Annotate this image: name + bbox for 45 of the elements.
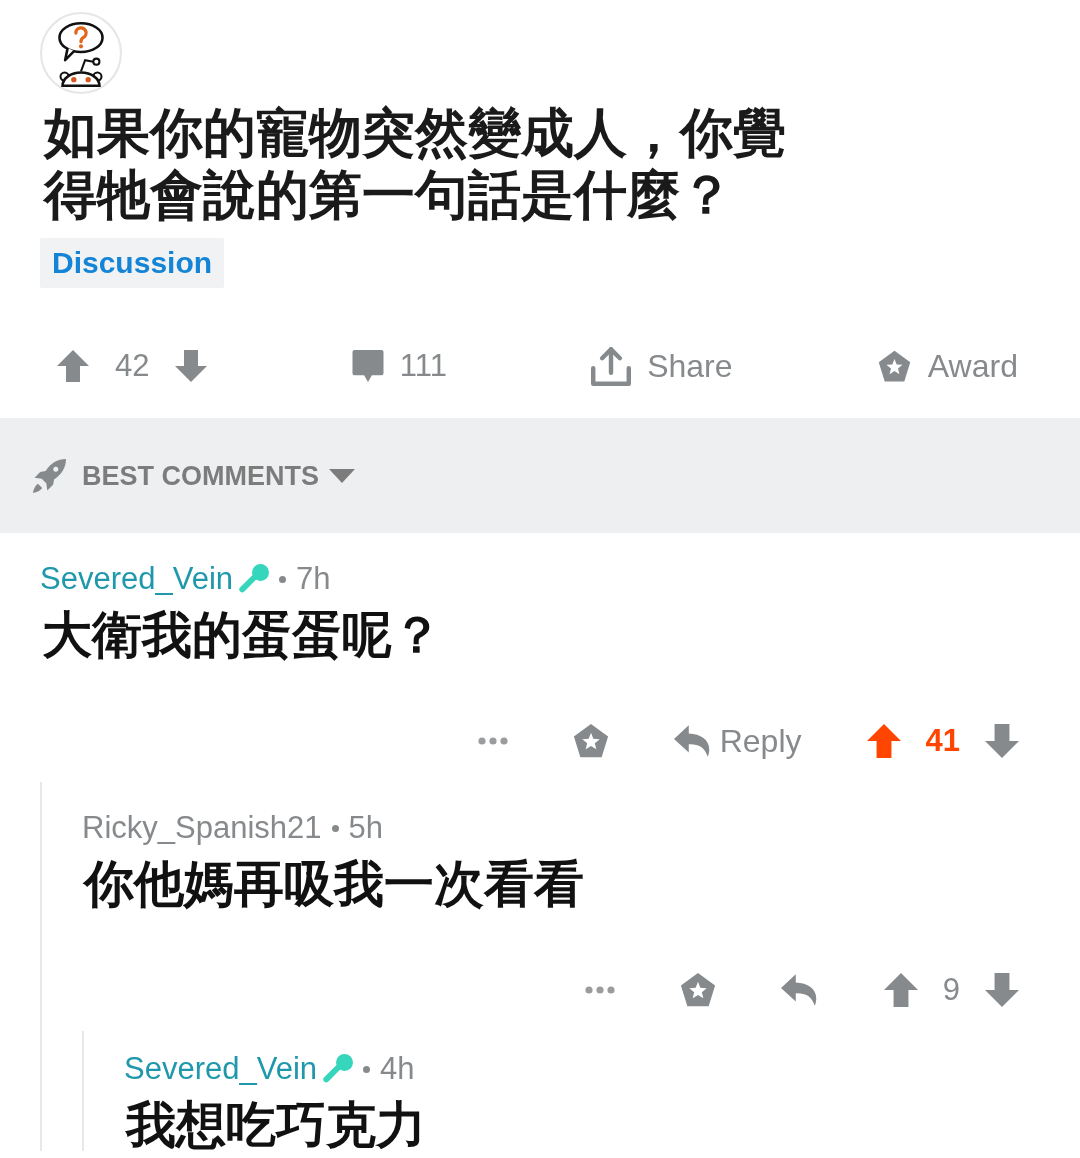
caret-icon: [329, 468, 355, 483]
reply-arrow-icon: [673, 725, 712, 757]
username-link[interactable]: Ricky_Spanish21: [82, 808, 322, 848]
pentagon-star-icon: [678, 971, 717, 1009]
award-button[interactable]: [678, 971, 717, 1009]
award-button[interactable]: Award: [876, 346, 1018, 386]
more-options-button[interactable]: [477, 737, 508, 745]
separator-dot-icon: [331, 824, 339, 832]
downvote-arrow-icon[interactable]: [175, 350, 208, 382]
avatar-icon: [40, 12, 122, 94]
separator-dot-icon: [363, 1065, 371, 1073]
upvote-arrow-icon[interactable]: [865, 724, 902, 758]
comment-age: 4h: [380, 1050, 415, 1088]
post-title: 如果你的寵物突然變成人，你覺得牠會說的第一句話是什麼？: [44, 102, 787, 226]
downvote-arrow-icon[interactable]: [984, 973, 1020, 1007]
ellipsis-icon: [584, 986, 615, 994]
vote-score: 41: [925, 722, 960, 760]
upvote-arrow-icon[interactable]: [882, 973, 919, 1007]
comment-age: 5h: [348, 809, 383, 847]
vote-score: 42: [115, 347, 150, 385]
username-link[interactable]: Severed_Vein: [124, 1049, 318, 1089]
award-button[interactable]: [571, 722, 610, 760]
comment-body: 你他媽再吸我一次看看: [84, 858, 584, 910]
share-icon: [591, 346, 632, 386]
comment-bubble-icon: [351, 350, 384, 382]
comment-age: 7h: [296, 560, 331, 598]
pentagon-star-icon: [571, 722, 610, 760]
pentagon-star-icon: [876, 348, 912, 384]
ellipsis-icon: [477, 737, 508, 745]
sort-dropdown[interactable]: BEST COMMENTS: [82, 458, 355, 493]
reply-arrow-icon: [780, 974, 819, 1006]
separator-dot-icon: [279, 575, 287, 583]
vote-score: 9: [942, 971, 960, 1009]
reply-button[interactable]: Reply: [673, 721, 802, 761]
comment-body: 大衛我的蛋蛋呢？: [42, 609, 442, 661]
share-button[interactable]: Share: [591, 346, 733, 386]
username-link[interactable]: Severed_Vein: [40, 559, 234, 599]
comments-button[interactable]: 111: [351, 346, 447, 386]
upvote-arrow-icon[interactable]: [57, 350, 89, 382]
rocket-icon: [32, 458, 66, 493]
flair-tag: Discussion: [40, 238, 225, 288]
comment-body: 我想吃巧克力: [126, 1099, 426, 1151]
downvote-arrow-icon[interactable]: [984, 724, 1020, 758]
more-options-button[interactable]: [584, 986, 615, 994]
reply-button[interactable]: [780, 974, 819, 1006]
